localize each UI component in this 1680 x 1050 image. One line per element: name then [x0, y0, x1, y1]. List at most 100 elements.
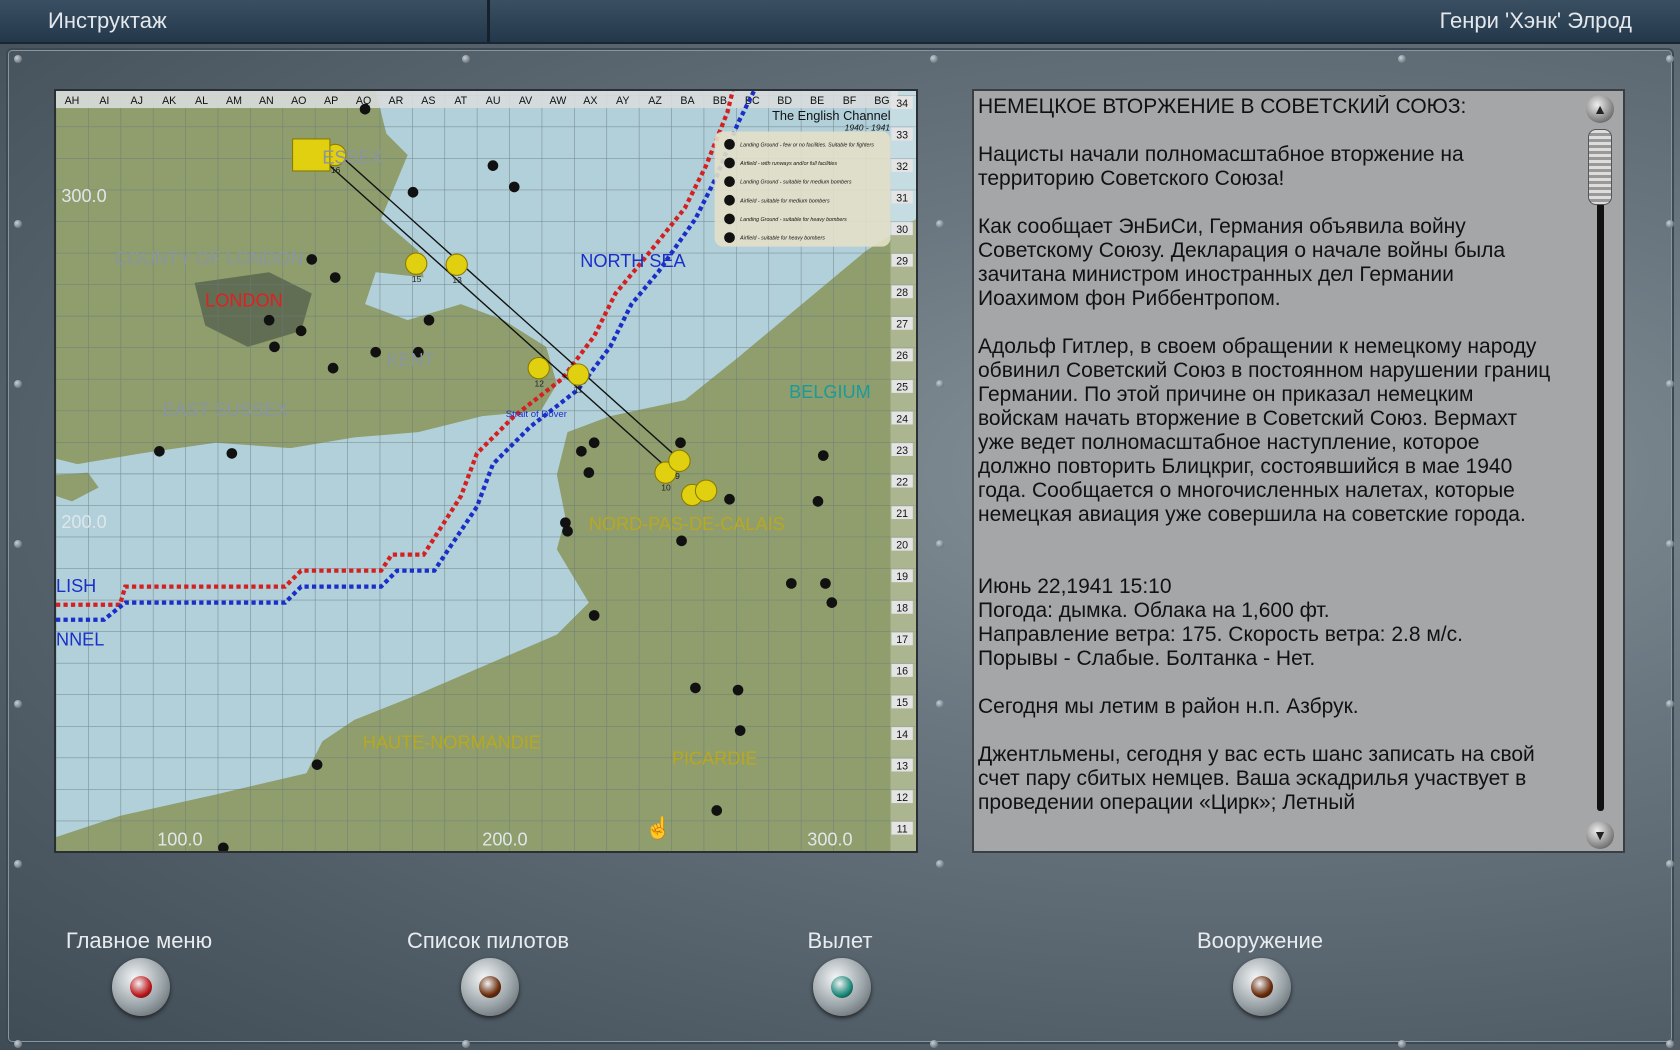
- grid-column-label: BA: [680, 95, 695, 107]
- airfield-legend-icon: [724, 213, 735, 225]
- airfield-marker[interactable]: [423, 314, 435, 326]
- airfield-marker[interactable]: [676, 535, 687, 547]
- airfield-marker[interactable]: [820, 578, 831, 589]
- rivet-icon: [462, 1040, 470, 1048]
- grid-column-label: AL: [195, 95, 208, 107]
- top-bar: Инструктаж Генри 'Хэнк' Элрод: [0, 0, 1680, 44]
- label-english: LISH: [56, 576, 96, 596]
- map-legend-box: [714, 131, 891, 247]
- grid-row-label: 32: [896, 161, 908, 173]
- legend-entry: Airfield - suitable for medium bombers: [739, 198, 830, 204]
- scrollbar[interactable]: ▲ ▼: [1583, 95, 1617, 849]
- pilot-name: Генри 'Хэнк' Элрод: [1439, 8, 1632, 33]
- loadout-button[interactable]: [1233, 958, 1291, 1016]
- airfield-marker[interactable]: [734, 725, 746, 736]
- airfield-legend-icon: [724, 138, 735, 150]
- airfield-marker[interactable]: [724, 493, 735, 505]
- airfield-marker[interactable]: [306, 254, 318, 265]
- scroll-thumb[interactable]: [1588, 129, 1612, 205]
- grid-row-label: 13: [896, 760, 908, 772]
- grid-row-label: 24: [896, 413, 908, 425]
- grid-column-label: AZ: [648, 95, 662, 107]
- airfield-marker[interactable]: [226, 448, 238, 459]
- airfield-marker[interactable]: [576, 445, 587, 457]
- rivet-icon: [1666, 700, 1674, 708]
- airfield-marker[interactable]: [812, 496, 824, 507]
- rivet-icon: [1666, 55, 1674, 63]
- airfield-marker[interactable]: [732, 684, 744, 696]
- waypoint-marker[interactable]: [527, 356, 550, 380]
- scroll-track[interactable]: [1597, 131, 1604, 811]
- airfield-marker[interactable]: [711, 805, 723, 816]
- grid-column-label: AP: [324, 95, 338, 107]
- fly-button[interactable]: [813, 958, 871, 1016]
- label-county-london: COUNTY OF LONDON: [115, 249, 304, 269]
- airfield-marker[interactable]: [817, 450, 829, 461]
- grid-row-label: 20: [896, 539, 908, 551]
- grid-row-label: 34: [896, 98, 908, 110]
- rivet-icon: [1666, 540, 1674, 548]
- airfield-marker[interactable]: [311, 759, 323, 770]
- airfield-legend-icon: [724, 232, 735, 243]
- briefing-paragraph: Адольф Гитлер, в своем обращении к немец…: [978, 335, 1557, 526]
- airfield-marker[interactable]: [154, 445, 165, 457]
- pilot-roster-button[interactable]: [461, 958, 519, 1016]
- airfield-marker[interactable]: [327, 362, 339, 374]
- airfield-marker[interactable]: [487, 160, 499, 171]
- legend-entry: Airfield - suitable for heavy bombers: [739, 236, 825, 242]
- main-menu-label: Главное меню: [65, 928, 213, 953]
- waypoint-marker[interactable]: [405, 252, 428, 275]
- briefing-text: НЕМЕЦКОЕ ВТОРЖЕНИЕ В СОВЕТСКИЙ СОЮЗ: Наци…: [978, 95, 1558, 849]
- waypoint-number: 10: [661, 483, 671, 493]
- airfield-marker[interactable]: [560, 517, 571, 529]
- airfield-marker[interactable]: [269, 341, 280, 353]
- briefing-text-panel[interactable]: НЕМЕЦКОЕ ВТОРЖЕНИЕ В СОВЕТСКИЙ СОЮЗ: Наци…: [972, 89, 1625, 853]
- grid-row-label: 23: [896, 445, 908, 457]
- grid-row-label: 22: [896, 476, 908, 488]
- grid-column-label: BF: [843, 95, 857, 107]
- rivet-icon: [1398, 55, 1406, 63]
- grid-column-label: BG: [874, 95, 889, 107]
- airfield-marker[interactable]: [508, 181, 520, 193]
- waypoint-marker[interactable]: [668, 449, 691, 473]
- airfield-marker[interactable]: [588, 610, 600, 621]
- airfield-marker[interactable]: [407, 186, 419, 198]
- airfield-marker[interactable]: [583, 467, 595, 478]
- grid-row-label: 21: [896, 508, 908, 520]
- rivet-icon: [936, 220, 944, 228]
- scroll-up-icon[interactable]: ▲: [1586, 95, 1614, 123]
- rivet-icon: [14, 55, 22, 63]
- airfield-legend-icon: [724, 157, 735, 169]
- label-haute-normandie: HAUTE-NORMANDIE: [363, 733, 541, 753]
- briefing-paragraph: Июнь 22,1941 15:10 Погода: дымка. Облака…: [978, 575, 1463, 670]
- grid-row-label: 17: [896, 634, 908, 646]
- briefing-paragraph: Джентльмены, сегодня у вас есть шанс зап…: [978, 743, 1541, 814]
- airfield-marker[interactable]: [263, 314, 275, 326]
- airfield-marker[interactable]: [588, 437, 600, 449]
- rivet-icon: [462, 55, 470, 63]
- waypoint-marker[interactable]: [445, 253, 468, 276]
- airfield-marker[interactable]: [690, 682, 701, 694]
- airfield-marker[interactable]: [370, 346, 382, 358]
- grid-value-300: 300.0: [61, 186, 106, 206]
- waypoint-marker[interactable]: [694, 479, 718, 502]
- scroll-down-icon[interactable]: ▼: [1586, 821, 1614, 849]
- label-picardie: PICARDIE: [672, 749, 758, 769]
- grid-value-x300: 300.0: [807, 830, 852, 850]
- airfield-marker[interactable]: [329, 272, 341, 283]
- waypoint-number: 9: [675, 471, 680, 481]
- main-menu-button[interactable]: [112, 958, 170, 1016]
- rivet-icon: [14, 1040, 22, 1048]
- label-channel: NNEL: [56, 629, 104, 649]
- airfield-marker[interactable]: [675, 437, 686, 449]
- waypoint-number: 11: [574, 385, 583, 395]
- airfield-marker[interactable]: [295, 325, 307, 337]
- briefing-map[interactable]: AH AI AJ AK AL AM AN AO AP AQ AR AS AT AU AV AW AX AY AZ BA…: [54, 89, 918, 853]
- legend-years: 1940 - 1941: [845, 122, 891, 132]
- grid-row-label: 27: [896, 319, 908, 331]
- airfield-marker[interactable]: [785, 578, 797, 589]
- airfield-marker[interactable]: [826, 597, 838, 608]
- waypoint-marker[interactable]: [566, 363, 590, 386]
- grid-column-label: AO: [291, 95, 306, 107]
- airfield-marker[interactable]: [359, 103, 371, 115]
